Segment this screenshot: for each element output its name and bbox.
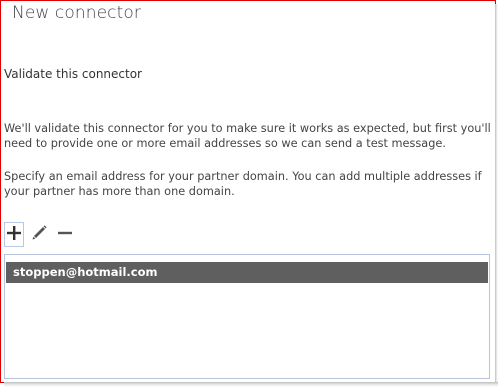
instructions-text: Specify an email address for your partne… (4, 170, 482, 198)
remove-email-button[interactable] (55, 222, 75, 247)
add-email-button[interactable] (4, 222, 24, 247)
intro-text: We'll validate this connector for you to… (4, 122, 491, 150)
minus-icon (57, 225, 73, 245)
email-address-list[interactable]: stoppen@hotmail.com (4, 254, 490, 379)
frame-shadow-bottom (4, 382, 498, 387)
section-heading: Validate this connector (4, 67, 142, 81)
pencil-icon (31, 224, 48, 245)
dialog-title: New connector (12, 3, 141, 23)
plus-icon (6, 225, 22, 245)
edit-email-button[interactable] (29, 222, 49, 247)
list-item[interactable]: stoppen@hotmail.com (6, 262, 488, 283)
connector-dialog: New connector Validate this connector We… (0, 0, 496, 383)
